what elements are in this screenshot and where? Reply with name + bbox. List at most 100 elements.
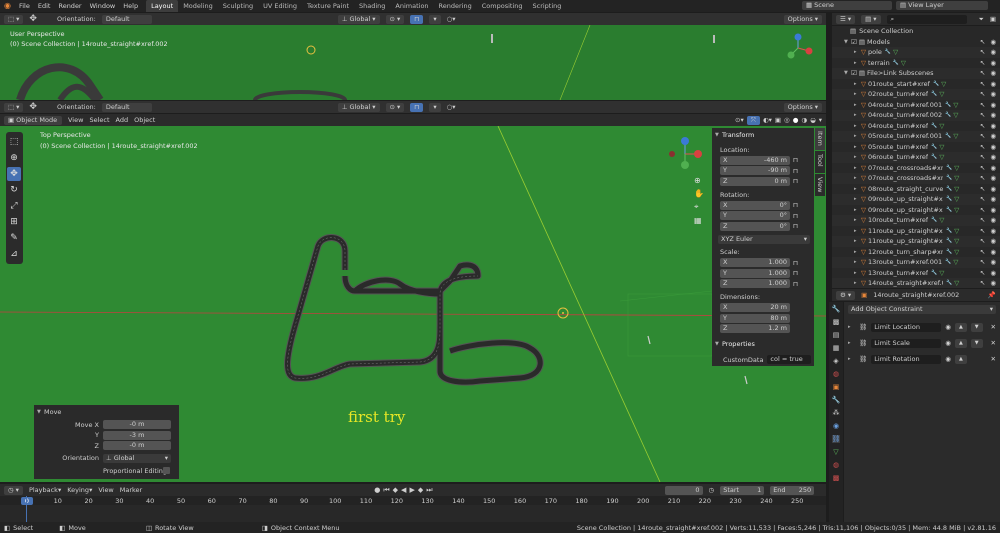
outliner-search-input[interactable]: ⌕ — [886, 14, 967, 24]
eye-icon[interactable]: ◉ — [990, 101, 996, 109]
outliner-display-mode[interactable]: ▤ ▾ — [861, 14, 881, 24]
outliner-object[interactable]: ▸ ▽ 10route_turn#xref 🔧 ▽ ↖ ◉ — [832, 215, 1000, 226]
xray-icon[interactable]: ▣ — [775, 116, 781, 124]
selectable-icon[interactable]: ↖ — [980, 269, 985, 277]
selectable-icon[interactable]: ↖ — [980, 279, 985, 287]
selectable-icon[interactable]: ↖ — [980, 143, 985, 151]
operator-header[interactable]: ▼ Move — [37, 407, 176, 418]
rotate-icon[interactable]: ↻ — [7, 183, 21, 197]
orientation-dropdown[interactable]: Default — [101, 14, 152, 24]
measure-icon[interactable]: ⊿ — [7, 247, 21, 261]
record-icon[interactable]: ● — [374, 486, 380, 495]
expand-icon[interactable]: ▸ — [854, 280, 861, 286]
outliner-object[interactable]: ▸▽14route_straight#xref.001🔧▽↖◉ — [832, 278, 1000, 288]
selectable-icon[interactable]: ↖ — [980, 132, 985, 140]
selectable-icon[interactable]: ↖ — [980, 174, 985, 182]
pivot-dropdown[interactable]: ⊙ ▾ — [385, 14, 405, 24]
snap-toggle[interactable]: ⊓ — [410, 14, 424, 24]
modifier-tab-icon[interactable]: 🔧 — [832, 396, 841, 404]
scale-x-field[interactable]: X 1.000 — [720, 258, 790, 268]
outliner-object[interactable]: ▸▽09route_up_straight#xref🔧▽↖◉ — [832, 205, 1000, 216]
scale-y-field[interactable]: Y 1.000 — [720, 268, 790, 278]
texture-tab-icon[interactable]: ▩ — [833, 474, 840, 482]
outliner-object[interactable]: ▸ ▽ 05route_turn#xref.001 🔧 ▽ ↖ ◉ — [832, 131, 1000, 142]
rotation-z-field[interactable]: Z 0° — [720, 221, 790, 231]
selectable-icon[interactable]: ↖ — [980, 111, 985, 119]
pin-icon[interactable]: 📌 — [988, 291, 996, 299]
expand-icon[interactable]: ▸ — [854, 81, 861, 87]
operator-field-value[interactable]: -0 m — [103, 420, 171, 430]
outliner-object[interactable]: ▸ ▽ 02route_turn#xref 🔧 ▽ ↖ ◉ — [832, 89, 1000, 100]
eye-icon[interactable]: ◉ — [990, 216, 996, 224]
outliner-object[interactable]: ▸ ▽ 05route_turn#xref 🔧 ▽ ↖ ◉ — [832, 142, 1000, 153]
selectable-icon[interactable]: ↖ — [980, 216, 985, 224]
eye-icon[interactable]: ◉ — [990, 111, 996, 119]
shading-dropdown-icon[interactable]: ▾ — [819, 116, 822, 124]
start-frame-field[interactable]: Start 1 — [720, 485, 765, 495]
render-tab-icon[interactable]: ▩ — [833, 318, 840, 326]
tab-tool[interactable]: Tool — [815, 151, 825, 173]
outliner-object[interactable]: ▸ ▽ 04route_turn#xref 🔧 ▽ ↖ ◉ — [832, 121, 1000, 132]
ortho-grid-icon[interactable]: ▦ — [694, 216, 704, 225]
expand-icon[interactable]: ▸ — [854, 186, 861, 192]
selectable-icon[interactable]: ↖ — [980, 185, 985, 193]
properties-header[interactable]: ▼ Properties — [715, 339, 811, 350]
outliner-root[interactable]: ▤ Scene Collection — [832, 26, 1000, 37]
wireframe-shading-icon[interactable]: ◎ — [784, 116, 790, 124]
expand-icon[interactable]: ▸ — [854, 60, 861, 66]
main-move-tool-icon[interactable]: ✥ — [29, 102, 37, 112]
snap-dropdown[interactable]: ▾ — [429, 14, 441, 24]
selectable-icon[interactable]: ↖ — [980, 258, 985, 266]
scale-icon[interactable]: ⤢ — [7, 199, 21, 213]
selectable-icon[interactable]: ↖ — [980, 59, 985, 67]
selectable-icon[interactable]: ↖ — [980, 80, 985, 88]
eye-icon[interactable]: ◉ — [990, 69, 996, 77]
outliner-object[interactable]: ▸▽08route_straight_curved#xref🔧▽↖◉ — [832, 184, 1000, 195]
visibility-icon[interactable]: ⊙▾ — [735, 116, 744, 124]
expand-icon[interactable]: ▸ — [854, 238, 861, 244]
main-orientation-dropdown[interactable]: Default — [101, 102, 152, 112]
eye-icon[interactable]: ◉ — [990, 248, 996, 256]
menu-timeline-view[interactable]: View — [98, 486, 113, 494]
eye-icon[interactable]: ◉ — [990, 206, 996, 214]
jump-end-icon[interactable]: ⏭ — [426, 486, 432, 495]
expand-icon[interactable]: ▸ — [854, 249, 861, 255]
lock-icon[interactable]: ⊓ — [793, 167, 798, 175]
lock-icon[interactable]: ⊓ — [793, 222, 798, 230]
scene-selector[interactable]: ▦ Scene — [802, 1, 892, 10]
selectable-icon[interactable]: ↖ — [980, 237, 985, 245]
tab-uv-editing[interactable]: UV Editing — [258, 0, 302, 12]
tool-tab-icon[interactable]: 🔧 — [832, 305, 841, 313]
menu-help[interactable]: Help — [119, 0, 142, 12]
eye-icon[interactable]: ◉ — [990, 132, 996, 140]
main-pivot-dropdown[interactable]: ⊙ ▾ — [385, 102, 405, 112]
tab-rendering[interactable]: Rendering — [434, 0, 477, 12]
eye-icon[interactable]: ◉ — [990, 80, 996, 88]
eye-icon[interactable]: ◉ — [990, 258, 996, 266]
expand-icon[interactable]: ▸ — [854, 154, 861, 160]
close-icon[interactable]: ✕ — [991, 355, 996, 363]
main-options-button[interactable]: Options ▾ — [783, 102, 822, 112]
eye-icon[interactable]: ◉ — [990, 122, 996, 130]
main-transform-space-dropdown[interactable]: ⊥ Global ▾ — [337, 102, 380, 112]
expand-icon[interactable]: ▸ — [854, 228, 861, 234]
top-viewport[interactable]: User Perspective (0) Scene Collection | … — [0, 25, 826, 100]
eye-icon[interactable]: ◉ — [945, 355, 951, 363]
lock-icon[interactable]: ⊓ — [793, 280, 798, 288]
expand-icon[interactable]: ▸ — [854, 91, 861, 97]
constraints-tab-icon[interactable]: ⛓ — [831, 435, 841, 443]
expand-icon[interactable]: ▸ — [854, 49, 861, 55]
filter-icon[interactable]: ⏷ — [979, 15, 984, 24]
expand-icon[interactable]: ▸ — [854, 196, 861, 202]
lock-icon[interactable]: ⊓ — [793, 269, 798, 277]
location-y-field[interactable]: Y -90 m — [720, 166, 790, 176]
tab-sculpting[interactable]: Sculpting — [218, 0, 258, 12]
constraint-name-field[interactable]: Limit Rotation — [871, 354, 942, 364]
transform-space-dropdown[interactable]: ⊥ Global ▾ — [337, 14, 380, 24]
menu-marker[interactable]: Marker — [120, 486, 142, 494]
data-tab-icon[interactable]: ▽ — [833, 448, 838, 456]
tab-modeling[interactable]: Modeling — [178, 0, 218, 12]
zoom-icon[interactable]: ⊕ — [694, 176, 704, 185]
selectable-icon[interactable]: ↖ — [980, 69, 985, 77]
eye-icon[interactable]: ◉ — [990, 143, 996, 151]
